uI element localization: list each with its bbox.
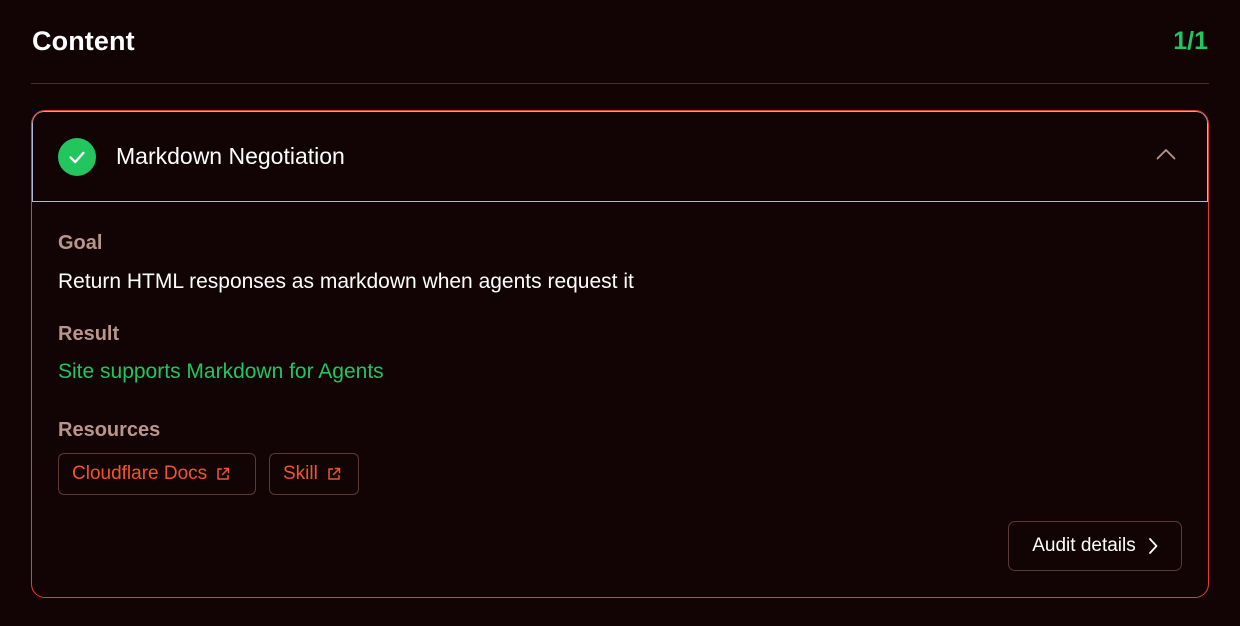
audit-card-body: Goal Return HTML responses as markdown w… bbox=[58, 202, 1182, 597]
check-circle-icon bbox=[58, 137, 96, 176]
resource-link-skill[interactable]: Skill bbox=[269, 453, 359, 495]
audit-card: Markdown Negotiation Goal Return HTML re… bbox=[31, 110, 1209, 598]
result-label: Result bbox=[58, 323, 120, 345]
external-link-icon bbox=[326, 466, 342, 482]
content-section: Content 1/1 Markdown Negotiation Goal Re… bbox=[31, 0, 1209, 598]
audit-card-title: Markdown Negotiation bbox=[116, 143, 345, 169]
goal-label: Goal bbox=[58, 232, 103, 254]
audit-card-header[interactable]: Markdown Negotiation bbox=[32, 111, 1208, 202]
external-link-icon bbox=[215, 466, 231, 482]
resource-link-cloudflare-docs[interactable]: Cloudflare Docs bbox=[58, 453, 256, 495]
section-count: 1/1 bbox=[1173, 27, 1208, 55]
chevron-up-icon[interactable] bbox=[1155, 146, 1177, 162]
resource-link-label: Skill bbox=[283, 463, 318, 484]
resource-link-label: Cloudflare Docs bbox=[72, 463, 208, 484]
result-text: Site supports Markdown for Agents bbox=[58, 360, 384, 383]
chevron-right-icon bbox=[1148, 537, 1158, 555]
section-title: Content bbox=[32, 26, 135, 56]
goal-text: Return HTML responses as markdown when a… bbox=[58, 270, 634, 293]
resources-label: Resources bbox=[58, 419, 161, 441]
section-header: Content 1/1 bbox=[31, 0, 1209, 84]
audit-details-label: Audit details bbox=[1032, 535, 1136, 556]
audit-details-button[interactable]: Audit details bbox=[1008, 521, 1182, 571]
